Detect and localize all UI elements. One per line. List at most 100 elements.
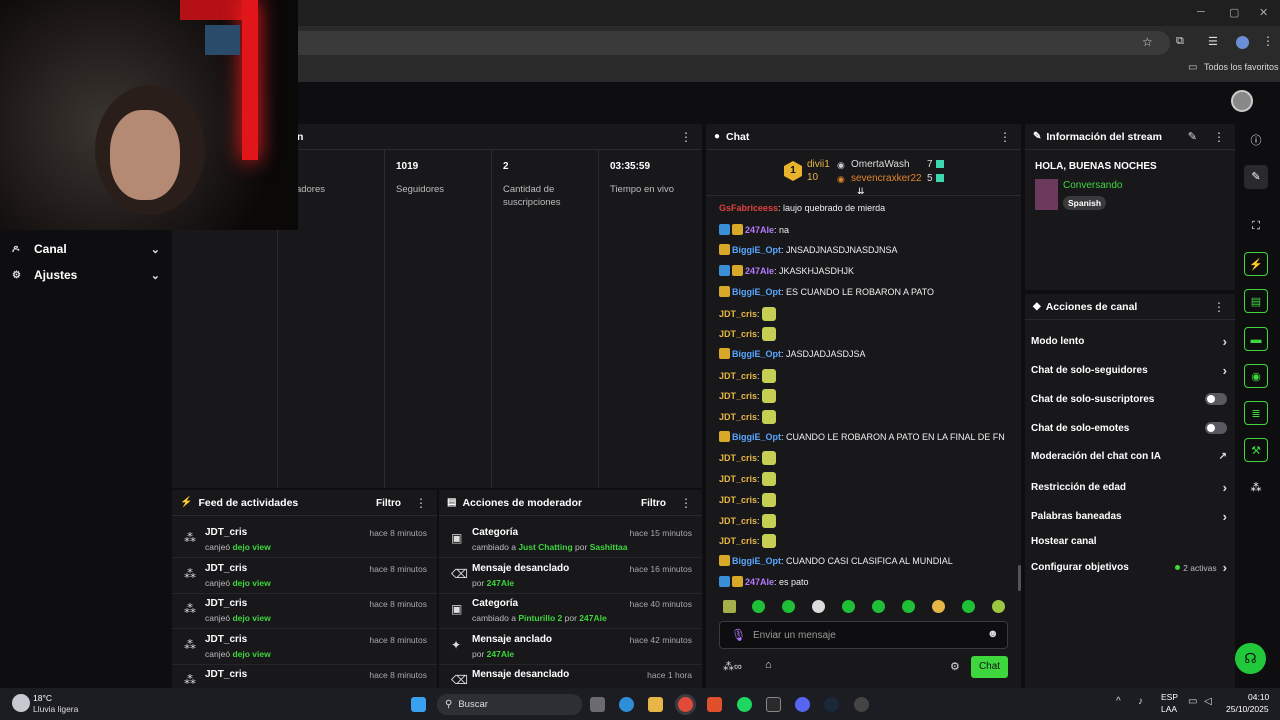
- minimize-window-icon[interactable]: ─: [1197, 6, 1205, 18]
- subscribers-only-toggle[interactable]: [1205, 393, 1227, 405]
- lightning-icon[interactable]: ⚡: [1244, 252, 1268, 276]
- list-icon[interactable]: ≣: [1244, 401, 1268, 425]
- spotify-icon[interactable]: [737, 697, 752, 712]
- activity-user[interactable]: JDT_cris: [205, 598, 247, 609]
- user-avatar[interactable]: [1231, 90, 1253, 112]
- chat-settings-icon[interactable]: ⚙: [950, 660, 960, 673]
- mod-actions-filter-button[interactable]: Filtro: [641, 498, 666, 509]
- emote-icon[interactable]: [812, 600, 825, 613]
- list-item[interactable]: ⁂ JDT_cris canjeó dejo view hace 8 minutos: [172, 593, 437, 629]
- clipboard-icon[interactable]: ▤: [1244, 289, 1268, 313]
- list-item[interactable]: ✦ Mensaje anclado por 247Ale hace 42 minut…: [439, 629, 702, 665]
- chat-username[interactable]: BiggiE_Opt: [732, 287, 781, 297]
- chat-username[interactable]: 247Ale: [745, 266, 774, 276]
- weather-temp[interactable]: 18°C: [33, 693, 52, 703]
- clock-date[interactable]: 25/10/2025: [1226, 704, 1269, 714]
- edit-icon[interactable]: ✎: [1244, 165, 1268, 189]
- banned-words-item[interactable]: Palabras baneadas ›: [1031, 509, 1227, 524]
- chat-username[interactable]: BiggiE_Opt: [732, 349, 781, 359]
- sidebar-item-canal[interactable]: ዶ Canal ⌄: [12, 242, 160, 256]
- emote-icon[interactable]: [723, 600, 736, 613]
- emote-icon[interactable]: [962, 600, 975, 613]
- emote-icon[interactable]: [752, 600, 765, 613]
- chat-username[interactable]: JDT_cris: [719, 495, 757, 505]
- store-icon[interactable]: ⌂: [765, 659, 772, 671]
- edge-icon[interactable]: [619, 697, 634, 712]
- emote-icon[interactable]: [872, 600, 885, 613]
- more-options-icon[interactable]: ⋮: [415, 496, 427, 510]
- emote-icon[interactable]: [932, 600, 945, 613]
- chrome-icon[interactable]: [678, 697, 693, 712]
- chat-username[interactable]: BiggiE_Opt: [732, 432, 781, 442]
- microphone-icon[interactable]: 🎙: [731, 628, 746, 642]
- emote-icon[interactable]: [842, 600, 855, 613]
- list-item[interactable]: ▣ Categoría cambiado a Just Chatting por S…: [439, 522, 702, 558]
- activity-user[interactable]: JDT_cris: [205, 634, 247, 645]
- close-window-icon[interactable]: ✕: [1259, 6, 1268, 19]
- chat-scrollbar[interactable]: [1018, 565, 1021, 591]
- chat-username[interactable]: JDT_cris: [719, 536, 757, 546]
- emote-icon[interactable]: [782, 600, 795, 613]
- list-item[interactable]: ⁂ JDT_cris canjeó dejo view hace 8 minutos: [172, 629, 437, 665]
- chat-username[interactable]: JDT_cris: [719, 516, 757, 526]
- more-options-icon[interactable]: ⋮: [1213, 130, 1225, 144]
- epic-games-icon[interactable]: [766, 697, 781, 712]
- followers-only-item[interactable]: Chat de solo-seguidores ›: [1031, 363, 1227, 378]
- list-item[interactable]: ▣ Categoría cambiado a Pinturillo 2 por 24…: [439, 593, 702, 629]
- chat-bubble-icon[interactable]: ▬: [1244, 327, 1268, 351]
- bookmark-star-icon[interactable]: ☆: [1142, 35, 1153, 49]
- emote-icon[interactable]: [902, 600, 915, 613]
- slow-mode-item[interactable]: Modo lento ›: [1031, 334, 1227, 349]
- emotes-only-toggle[interactable]: [1205, 422, 1227, 434]
- chat-username[interactable]: 247Ale: [745, 577, 774, 587]
- network-icon[interactable]: ▭: [1188, 696, 1197, 707]
- microphone-icon[interactable]: ♪: [1138, 696, 1143, 707]
- collapse-icon[interactable]: ⇊: [857, 186, 865, 197]
- chat-username[interactable]: BiggiE_Opt: [732, 556, 781, 566]
- browser-menu-icon[interactable]: ⋮: [1262, 34, 1274, 48]
- fullscreen-icon[interactable]: ⛶: [1244, 214, 1268, 238]
- profile-icon[interactable]: [1236, 36, 1249, 49]
- chat-username[interactable]: JDT_cris: [719, 453, 757, 463]
- emoji-icon[interactable]: ☻: [987, 628, 999, 640]
- windows-start-icon[interactable]: [411, 697, 426, 712]
- chat-username[interactable]: JDT_cris: [719, 391, 757, 401]
- chat-username[interactable]: BiggiE_Opt: [732, 245, 781, 255]
- broadcast-icon[interactable]: ◉: [1244, 364, 1268, 388]
- info-icon[interactable]: ⓘ: [1244, 129, 1268, 153]
- leader-third-name[interactable]: sevencraxker22: [851, 173, 922, 184]
- taskbar-search[interactable]: ⚲ Buscar: [437, 694, 582, 715]
- app-icon[interactable]: [854, 697, 869, 712]
- chat-username[interactable]: JDT_cris: [719, 371, 757, 381]
- emote-icon[interactable]: [992, 600, 1005, 613]
- more-options-icon[interactable]: ⋮: [680, 130, 692, 144]
- list-item[interactable]: ⁂ JDT_cris canjeó dejo view hace 8 minutos: [172, 558, 437, 594]
- chat-username[interactable]: JDT_cris: [719, 474, 757, 484]
- volume-icon[interactable]: ◁: [1204, 696, 1212, 707]
- activity-user[interactable]: JDT_cris: [205, 669, 247, 680]
- chat-send-button[interactable]: Chat: [971, 656, 1008, 678]
- ai-moderation-item[interactable]: Moderación del chat con IA ↗: [1031, 451, 1227, 462]
- more-options-icon[interactable]: ⋮: [680, 496, 692, 510]
- mod-action-user[interactable]: 247Ale: [579, 613, 606, 623]
- more-options-icon[interactable]: ⋮: [999, 130, 1011, 144]
- activity-user[interactable]: JDT_cris: [205, 563, 247, 574]
- chat-username[interactable]: JDT_cris: [719, 412, 757, 422]
- kick-points-icon[interactable]: ⁂∞: [723, 660, 742, 673]
- users-icon[interactable]: ⁂: [1244, 476, 1268, 500]
- file-explorer-icon[interactable]: [648, 697, 663, 712]
- chat-username[interactable]: JDT_cris: [719, 329, 757, 339]
- list-item[interactable]: ⁂ JDT_cris canjeó dejo view hace 8 minutos: [172, 522, 437, 558]
- chat-username[interactable]: JDT_cris: [719, 309, 757, 319]
- sidebar-item-ajustes[interactable]: ⚙ Ajustes ⌄: [12, 268, 160, 282]
- steam-icon[interactable]: [824, 697, 839, 712]
- activity-filter-button[interactable]: Filtro: [376, 498, 401, 509]
- discord-icon[interactable]: [795, 697, 810, 712]
- maximize-window-icon[interactable]: ▢: [1229, 6, 1239, 19]
- leader-second-name[interactable]: OmertaWash: [851, 159, 910, 170]
- language-bottom[interactable]: LAA: [1161, 704, 1177, 714]
- reading-list-icon[interactable]: ☰: [1208, 35, 1218, 48]
- edit-icon[interactable]: ✎: [1188, 130, 1197, 143]
- chat-username[interactable]: 247Ale: [745, 225, 774, 235]
- weather-desc[interactable]: Lluvia ligera: [33, 704, 78, 714]
